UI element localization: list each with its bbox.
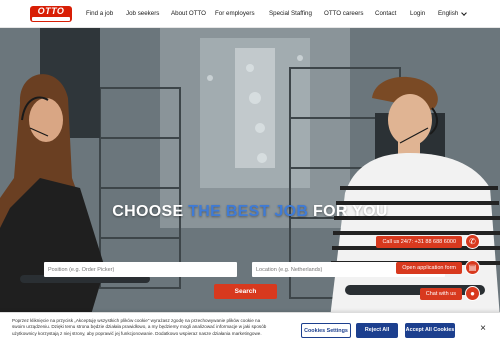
call-us-button[interactable]: Call us 24/7: +31 88 688 6000 xyxy=(376,236,462,248)
chat-button[interactable]: Chat with us xyxy=(419,288,462,300)
hero-headline: CHOOSE THE BEST JOB FOR YOU xyxy=(0,203,500,221)
accept-all-cookies-button[interactable]: Accept All Cookies xyxy=(405,323,455,338)
nav-special-staffing[interactable]: Special Staffing xyxy=(269,0,312,28)
cookie-banner: Poprzez kliknięcie na przycisk „Akceptuj… xyxy=(0,312,500,348)
site-header: OTTO Find a job Job seekers About OTTO F… xyxy=(0,0,500,28)
nav-find-a-job[interactable]: Find a job xyxy=(86,0,113,28)
close-icon[interactable]: × xyxy=(478,323,488,335)
search-button[interactable]: Search xyxy=(214,284,277,299)
application-form-button[interactable]: Open application form xyxy=(396,262,462,274)
nav-about-otto[interactable]: About OTTO xyxy=(171,0,206,28)
reject-all-button[interactable]: Reject All xyxy=(356,323,398,338)
cookie-consent-text: Poprzez kliknięcie na przycisk „Akceptuj… xyxy=(12,318,267,336)
logo-subbar xyxy=(32,17,70,21)
nav-for-employers[interactable]: For employers xyxy=(215,0,255,28)
nav-job-seekers[interactable]: Job seekers xyxy=(126,0,159,28)
document-icon[interactable]: ▤ xyxy=(465,260,480,275)
headline-post: FOR YOU xyxy=(308,203,388,220)
logo-text: OTTO xyxy=(37,6,65,16)
language-label: English xyxy=(438,10,459,17)
phone-icon[interactable]: ✆ xyxy=(465,234,480,249)
nav-login[interactable]: Login xyxy=(410,0,425,28)
otto-logo[interactable]: OTTO xyxy=(30,6,72,22)
language-selector[interactable]: English xyxy=(438,0,468,28)
hero-section: CHOOSE THE BEST JOB FOR YOU Search Call … xyxy=(0,28,500,318)
headline-pre: CHOOSE xyxy=(112,203,189,220)
chat-bubble-icon[interactable]: ● xyxy=(465,286,480,301)
headline-highlight: THE BEST JOB xyxy=(188,203,309,220)
chevron-down-icon xyxy=(461,9,468,16)
nav-otto-careers[interactable]: OTTO careers xyxy=(324,0,363,28)
position-search-input[interactable] xyxy=(44,262,237,277)
cookie-settings-button[interactable]: Cookies Settings xyxy=(301,323,351,338)
nav-contact[interactable]: Contact xyxy=(375,0,396,28)
